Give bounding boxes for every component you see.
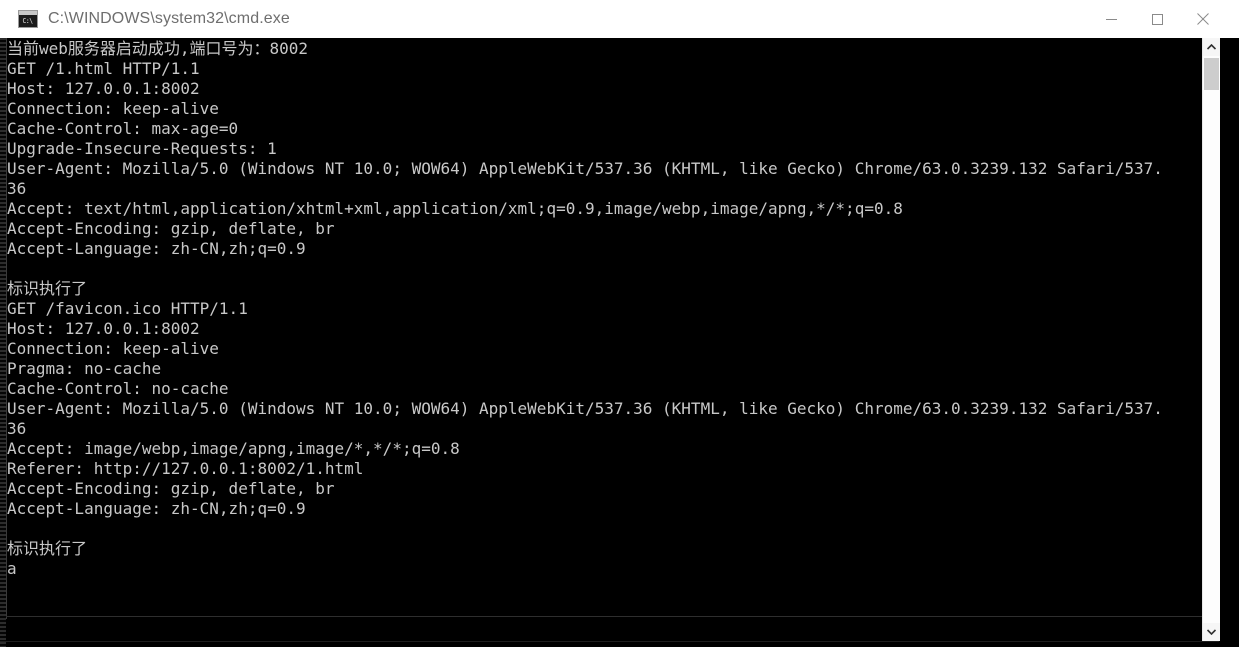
console-line: a <box>7 559 17 578</box>
cmd-window: C:\ C:\WINDOWS\system32\cmd.exe 当前web服务器… <box>0 0 1239 647</box>
console-line: GET /favicon.ico HTTP/1.1 <box>7 299 248 318</box>
close-icon <box>1197 13 1209 25</box>
console-line: 标识执行了 <box>7 279 88 298</box>
console-scrollbar[interactable] <box>1202 38 1220 641</box>
console-line: Accept-Encoding: gzip, deflate, br <box>7 219 335 238</box>
console-line: Cache-Control: no-cache <box>7 379 229 398</box>
console-line: Referer: http://127.0.0.1:8002/1.html <box>7 459 364 478</box>
window-right-border <box>1219 38 1239 647</box>
console-line: 36 <box>7 179 27 198</box>
chevron-down-icon <box>1207 629 1216 635</box>
console-line: Cache-Control: max-age=0 <box>7 119 239 138</box>
console-line: Connection: keep-alive <box>7 99 219 118</box>
console-line: Accept-Encoding: gzip, deflate, br <box>7 479 335 498</box>
console-line: Pragma: no-cache <box>7 359 162 378</box>
cmd-icon: C:\ <box>18 10 38 28</box>
chevron-up-icon <box>1207 44 1216 50</box>
scrollbar-up-button[interactable] <box>1203 38 1220 56</box>
maximize-button[interactable] <box>1134 4 1180 34</box>
console-bottom-border <box>6 616 1205 617</box>
console-line: Host: 127.0.0.1:8002 <box>7 319 200 338</box>
scrollbar-down-button[interactable] <box>1203 623 1220 641</box>
console-line: Accept: image/webp,image/apng,image/*,*/… <box>7 439 460 458</box>
console-line: 36 <box>7 419 27 438</box>
console-line: User-Agent: Mozilla/5.0 (Windows NT 10.0… <box>7 399 1163 418</box>
minimize-button[interactable] <box>1088 4 1134 34</box>
console-line: Upgrade-Insecure-Requests: 1 <box>7 139 277 158</box>
console-line: 当前web服务器启动成功,端口号为：8002 <box>7 39 309 58</box>
console-line: Accept-Language: zh-CN,zh;q=0.9 <box>7 239 306 258</box>
title-bar[interactable]: C:\ C:\WINDOWS\system32\cmd.exe <box>0 0 1239 38</box>
console-line: 标识执行了 <box>7 539 88 558</box>
console-output: 当前web服务器启动成功,端口号为：8002 GET /1.html HTTP/1… <box>7 38 1205 616</box>
minimize-icon <box>1105 18 1117 20</box>
console-line: Accept-Language: zh-CN,zh;q=0.9 <box>7 499 306 518</box>
maximize-icon <box>1151 13 1163 25</box>
cmd-icon-label: C:\ <box>22 16 34 25</box>
close-button[interactable] <box>1180 4 1226 34</box>
console-line: User-Agent: Mozilla/5.0 (Windows NT 10.0… <box>7 159 1163 178</box>
console-line: Host: 127.0.0.1:8002 <box>7 79 200 98</box>
scrollbar-thumb[interactable] <box>1204 58 1219 90</box>
console-area[interactable]: 当前web服务器启动成功,端口号为：8002 GET /1.html HTTP/1… <box>0 38 1239 647</box>
window-bottom-border <box>0 641 1239 642</box>
scrollbar-track[interactable] <box>1203 56 1220 623</box>
cmd-icon-titlebar-stripe <box>19 11 37 15</box>
window-title: C:\WINDOWS\system32\cmd.exe <box>48 10 290 27</box>
console-line: GET /1.html HTTP/1.1 <box>7 59 200 78</box>
console-line: Connection: keep-alive <box>7 339 219 358</box>
console-line: Accept: text/html,application/xhtml+xml,… <box>7 199 903 218</box>
